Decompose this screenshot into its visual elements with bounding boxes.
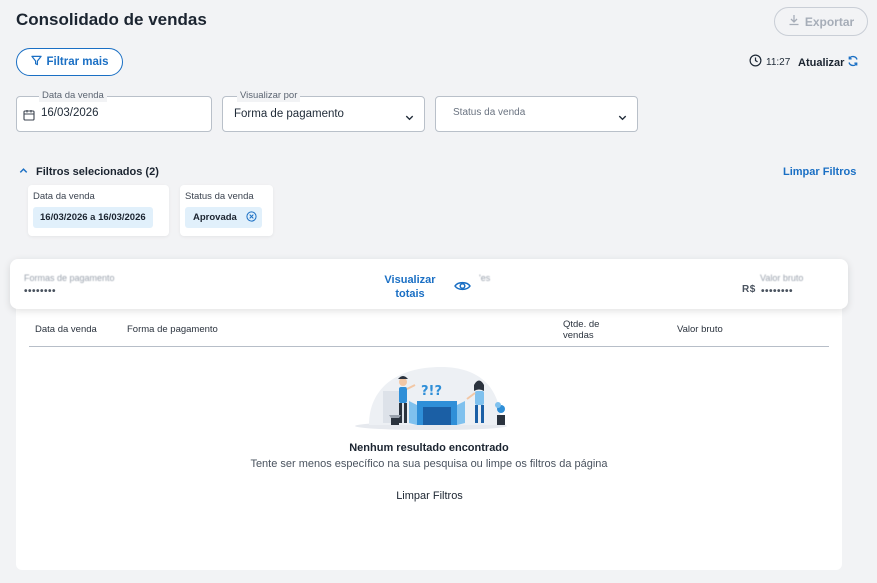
empty-state-illustration: ?!? <box>351 365 511 431</box>
chevron-down-icon <box>617 110 628 121</box>
results-table: Data da venda Forma de pagamento Qtde. d… <box>16 300 842 570</box>
status-chip-value: Aprovada <box>193 212 237 223</box>
page-title: Consolidado de vendas <box>16 10 207 29</box>
date-range-chip: 16/03/2026 a 16/03/2026 <box>33 207 153 228</box>
refresh-label: Atualizar <box>798 56 845 69</box>
empty-state-clear-button[interactable]: Limpar Filtros <box>382 490 477 502</box>
last-update-time: 11:27 <box>749 54 790 70</box>
hidden-label-fragment: 'es <box>479 273 491 283</box>
filter-chip-card-status: Status da venda Aprovada <box>180 185 273 236</box>
sale-date-value: 16/03/2026 <box>41 107 99 119</box>
totals-card: Formas de pagamento •••••••• Visualizar … <box>10 259 848 309</box>
sale-status-select[interactable]: Status da venda <box>435 96 638 132</box>
refresh-button[interactable]: Atualizar <box>798 55 859 70</box>
export-label: Exportar <box>804 14 855 29</box>
sale-date-field[interactable]: Data da venda 16/03/2026 <box>16 90 212 132</box>
view-by-value: Forma de pagamento <box>234 108 344 120</box>
view-by-label: Visualizar por <box>237 90 301 102</box>
column-header-quantity: Qtde. de vendas <box>563 319 600 341</box>
empty-state-subtitle: Tente ser menos específico na sua pesqui… <box>250 458 608 470</box>
gross-value-value: •••••••• <box>761 286 794 297</box>
chip-card-label: Status da venda <box>185 191 254 202</box>
clear-filters-link[interactable]: Limpar Filtros <box>783 166 856 178</box>
gross-value-label: Valor bruto <box>760 273 804 283</box>
eye-icon[interactable] <box>454 279 471 293</box>
refresh-icon <box>847 55 859 70</box>
chip-card-label: Data da venda <box>33 191 95 202</box>
payment-forms-label: Formas de pagamento <box>24 273 115 283</box>
view-by-select[interactable]: Visualizar por Forma de pagamento <box>222 90 425 132</box>
column-header-gross-value: Valor bruto <box>677 324 723 335</box>
column-header-payment-form: Forma de pagamento <box>127 324 218 335</box>
svg-text:?!?: ?!? <box>421 384 442 399</box>
chevron-up-icon <box>18 165 29 179</box>
empty-state-title: Nenhum resultado encontrado <box>349 442 509 454</box>
calendar-icon <box>23 108 35 126</box>
funnel-icon <box>30 55 42 69</box>
export-button[interactable]: Exportar <box>774 7 868 36</box>
gross-value-currency: R$ <box>742 284 756 295</box>
view-totals-button[interactable]: Visualizar totais <box>381 273 439 301</box>
chevron-down-icon <box>404 110 415 121</box>
sale-date-label: Data da venda <box>39 90 107 102</box>
selected-filters-toggle[interactable]: Filtros selecionados (2) <box>18 165 159 179</box>
header-divider <box>29 346 829 347</box>
column-header-date: Data da venda <box>35 324 97 335</box>
filter-chip-card-date: Data da venda 16/03/2026 a 16/03/2026 <box>28 185 169 236</box>
close-circle-icon[interactable] <box>246 210 257 225</box>
time-value: 11:27 <box>766 56 791 68</box>
filter-more-label: Filtrar mais <box>46 56 109 68</box>
download-icon <box>788 14 800 29</box>
selected-filters-label: Filtros selecionados (2) <box>36 166 159 178</box>
clock-icon <box>749 54 762 70</box>
status-chip: Aprovada <box>185 207 262 228</box>
payment-forms-value: •••••••• <box>24 286 57 297</box>
filter-more-button[interactable]: Filtrar mais <box>16 48 123 76</box>
sale-status-placeholder: Status da venda <box>453 107 526 118</box>
